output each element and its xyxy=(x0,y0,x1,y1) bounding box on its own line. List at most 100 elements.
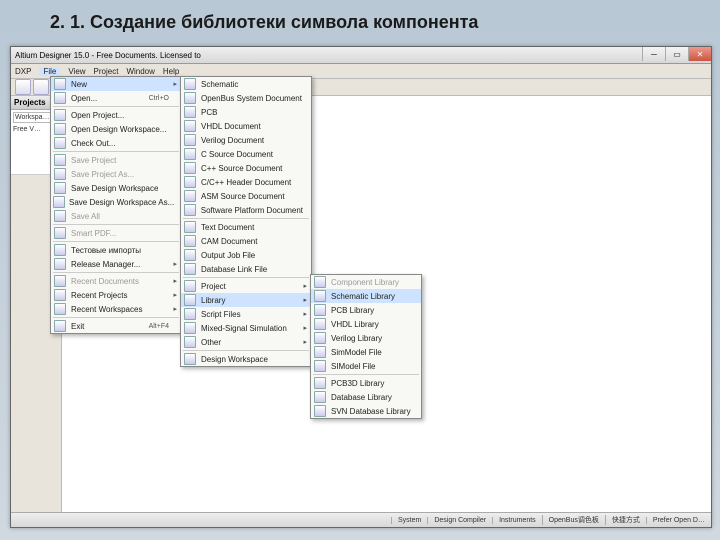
menu-item-icon xyxy=(183,190,197,202)
new-menu-item[interactable]: Design Workspace xyxy=(181,352,311,366)
new-menu-item[interactable]: Library▸ xyxy=(181,293,311,307)
file-menu-item[interactable]: Open Project... xyxy=(51,108,181,122)
menu-help[interactable]: Help xyxy=(163,67,179,76)
new-menu-item[interactable]: C++ Source Document xyxy=(181,161,311,175)
status-system[interactable]: System xyxy=(391,517,421,524)
menu-item-icon xyxy=(313,346,327,358)
new-menu-item[interactable]: Software Platform Document xyxy=(181,203,311,217)
menu-item-icon xyxy=(53,244,67,256)
file-menu-item: Save All xyxy=(51,209,181,223)
new-menu-item[interactable]: Other▸ xyxy=(181,335,311,349)
new-menu-item[interactable]: Script Files▸ xyxy=(181,307,311,321)
maximize-button[interactable]: ▭ xyxy=(665,47,688,61)
library-submenu: Component LibrarySchematic LibraryPCB Li… xyxy=(310,274,422,419)
menu-item-label: ASM Source Document xyxy=(201,192,285,201)
menu-view[interactable]: View xyxy=(68,67,85,76)
file-menu-item[interactable]: Recent Workspaces▸ xyxy=(51,302,181,316)
menu-project[interactable]: Project xyxy=(94,67,119,76)
menu-item-icon xyxy=(313,290,327,302)
menu-file[interactable]: File xyxy=(39,67,60,76)
new-menu-item[interactable]: PCB xyxy=(181,105,311,119)
menu-item-icon xyxy=(183,92,197,104)
file-menu-item[interactable]: Check Out... xyxy=(51,136,181,150)
file-menu-item[interactable]: New ▸ xyxy=(51,77,181,91)
menu-item-label: Save Design Workspace As... xyxy=(69,198,174,207)
library-menu-item[interactable]: PCB Library xyxy=(311,303,421,317)
new-menu-item[interactable]: OpenBus System Document xyxy=(181,91,311,105)
minimize-button[interactable]: ─ xyxy=(642,47,665,61)
menu-item-label: Open Design Workspace... xyxy=(71,125,166,134)
menu-item-label: Text Document xyxy=(201,223,254,232)
new-menu-item[interactable]: CAM Document xyxy=(181,234,311,248)
new-menu-item[interactable]: Text Document xyxy=(181,220,311,234)
menu-item-label: Recent Workspaces xyxy=(71,305,142,314)
library-menu-item[interactable]: SIModel File xyxy=(311,359,421,373)
submenu-arrow-icon: ▸ xyxy=(173,80,177,88)
menu-item-icon xyxy=(183,148,197,160)
file-menu-item[interactable]: Save Design Workspace As... xyxy=(51,195,181,209)
new-menu-item[interactable]: ASM Source Document xyxy=(181,189,311,203)
menu-item-icon xyxy=(53,182,67,194)
library-menu-item: Component Library xyxy=(311,275,421,289)
file-menu-item[interactable]: Open...Ctrl+O xyxy=(51,91,181,105)
toolbar-icon[interactable] xyxy=(33,79,49,95)
file-menu-item[interactable]: Тестовые импорты xyxy=(51,243,181,257)
menu-dxp[interactable]: DXP xyxy=(15,67,31,76)
menu-item-icon xyxy=(53,258,67,270)
menu-item-label: Save All xyxy=(71,212,100,221)
file-menu-item[interactable]: Recent Projects▸ xyxy=(51,288,181,302)
file-menu-item: Save Project xyxy=(51,153,181,167)
menu-item-icon xyxy=(53,210,67,222)
menu-item-label: C++ Source Document xyxy=(201,164,282,173)
new-menu-item[interactable]: Project▸ xyxy=(181,279,311,293)
file-menu-separator xyxy=(53,106,179,107)
new-menu-item[interactable]: Database Link File xyxy=(181,262,311,276)
status-prefer[interactable]: Prefer Open D… xyxy=(646,517,705,524)
menu-item-label: VHDL Library xyxy=(331,320,379,329)
menu-item-label: Other xyxy=(201,338,221,347)
library-menu-item[interactable]: Verilog Library xyxy=(311,331,421,345)
close-button[interactable]: ✕ xyxy=(688,47,711,61)
library-menu-item[interactable]: Database Library xyxy=(311,390,421,404)
new-menu-separator xyxy=(183,218,309,219)
statusbar: System Design Compiler Instruments OpenB… xyxy=(11,512,711,527)
status-shortcuts[interactable]: 快捷方式 xyxy=(605,515,640,525)
new-menu-separator xyxy=(183,350,309,351)
library-menu-item[interactable]: PCB3D Library xyxy=(311,376,421,390)
toolbar-icon[interactable] xyxy=(15,79,31,95)
new-menu-item[interactable]: Mixed-Signal Simulation▸ xyxy=(181,321,311,335)
menu-item-label: C/C++ Header Document xyxy=(201,178,291,187)
menu-item-icon xyxy=(53,92,67,104)
menu-item-icon xyxy=(313,318,327,330)
menu-item-label: New xyxy=(71,80,87,89)
menu-item-icon xyxy=(53,320,67,332)
status-instruments[interactable]: Instruments xyxy=(492,517,536,524)
new-menu-item[interactable]: Verilog Document xyxy=(181,133,311,147)
submenu-arrow-icon: ▸ xyxy=(303,324,307,332)
menu-item-icon xyxy=(53,168,67,180)
file-menu-item[interactable]: Open Design Workspace... xyxy=(51,122,181,136)
status-design-compiler[interactable]: Design Compiler xyxy=(427,517,486,524)
status-openbus[interactable]: OpenBus调色板 xyxy=(542,515,599,525)
menu-item-icon xyxy=(313,405,327,417)
new-menu-item[interactable]: C/C++ Header Document xyxy=(181,175,311,189)
file-menu-item[interactable]: Save Design Workspace xyxy=(51,181,181,195)
new-menu-item[interactable]: VHDL Document xyxy=(181,119,311,133)
new-menu-item[interactable]: Schematic xyxy=(181,77,311,91)
library-menu-item[interactable]: SimModel File xyxy=(311,345,421,359)
menu-item-label: Output Job File xyxy=(201,251,255,260)
menu-item-icon xyxy=(183,176,197,188)
file-menu-separator xyxy=(53,317,179,318)
menu-item-icon xyxy=(313,276,327,288)
library-menu-item[interactable]: SVN Database Library xyxy=(311,404,421,418)
new-menu-item[interactable]: Output Job File xyxy=(181,248,311,262)
library-menu-item[interactable]: Schematic Library xyxy=(311,289,421,303)
submenu-arrow-icon: ▸ xyxy=(303,282,307,290)
file-menu-item[interactable]: Release Manager...▸ xyxy=(51,257,181,271)
menu-item-icon xyxy=(183,249,197,261)
file-menu-item[interactable]: ExitAlt+F4 xyxy=(51,319,181,333)
menu-item-icon xyxy=(313,332,327,344)
library-menu-item[interactable]: VHDL Library xyxy=(311,317,421,331)
new-menu-item[interactable]: C Source Document xyxy=(181,147,311,161)
menu-window[interactable]: Window xyxy=(126,67,154,76)
